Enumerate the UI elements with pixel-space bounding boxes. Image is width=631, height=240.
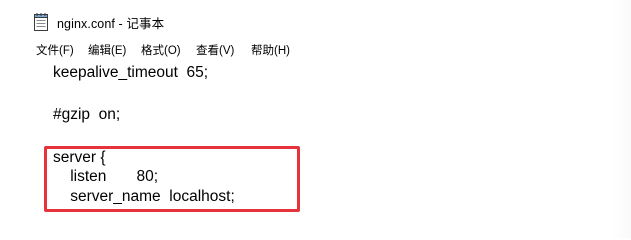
window-title: nginx.conf - 记事本 [57, 17, 165, 31]
menu-format[interactable]: 格式(O) [140, 42, 182, 58]
highlight-annotation-box [44, 146, 300, 212]
code-line-keepalive: keepalive_timeout 65; [53, 64, 209, 81]
menu-help[interactable]: 帮助(H) [250, 42, 291, 58]
notepad-window: nginx.conf - 记事本 文件(F) 编辑(E) 格式(O) 查看(V)… [0, 0, 631, 238]
menu-view[interactable]: 查看(V) [195, 42, 235, 58]
menu-file[interactable]: 文件(F) [35, 42, 75, 58]
window-edge-shadow [611, 0, 631, 238]
menu-bar: 文件(F) 编辑(E) 格式(O) 查看(V) 帮助(H) [0, 38, 631, 61]
menu-edit[interactable]: 编辑(E) [87, 42, 127, 58]
code-line-gzip: #gzip on; [53, 106, 121, 123]
notepad-icon [33, 12, 50, 32]
title-bar: nginx.conf - 记事本 [0, 0, 631, 38]
